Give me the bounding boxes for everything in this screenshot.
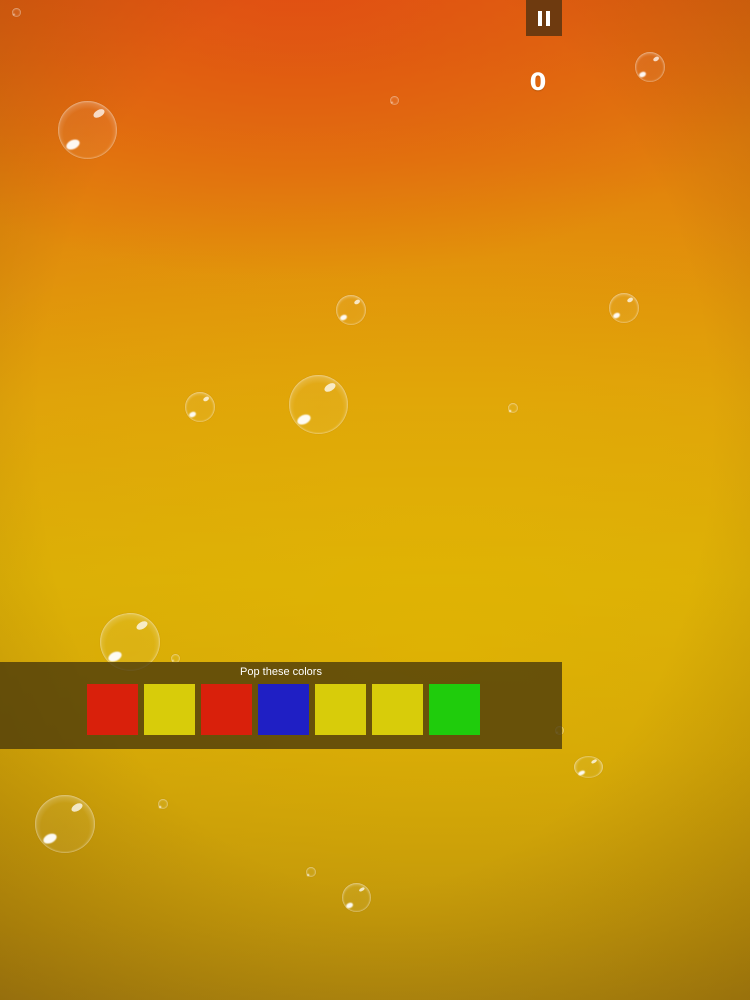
target-color-sequence — [87, 684, 480, 735]
bubble[interactable] — [185, 392, 215, 422]
bubble[interactable] — [306, 867, 316, 877]
bubble[interactable] — [12, 8, 21, 17]
pause-button[interactable] — [526, 0, 562, 36]
bubble[interactable] — [58, 101, 117, 159]
bubble[interactable] — [35, 795, 95, 853]
bubble[interactable] — [635, 52, 665, 82]
color-swatch-blue — [258, 684, 309, 735]
bubble[interactable] — [289, 375, 348, 434]
pause-icon — [538, 10, 550, 26]
score-counter: 0 — [529, 68, 547, 96]
bubble[interactable] — [390, 96, 399, 105]
bubble[interactable] — [609, 293, 639, 323]
game-stage[interactable]: 0 Pop these colors — [0, 0, 750, 1000]
background-vignette — [0, 0, 750, 1000]
bubble[interactable] — [508, 403, 518, 413]
color-swatch-yellow — [144, 684, 195, 735]
bubble[interactable] — [342, 883, 371, 912]
color-swatch-yellow — [315, 684, 366, 735]
color-swatch-red — [87, 684, 138, 735]
color-swatch-yellow — [372, 684, 423, 735]
color-swatch-green — [429, 684, 480, 735]
bubble[interactable] — [336, 295, 366, 325]
bubble[interactable] — [158, 799, 168, 809]
color-swatch-red — [201, 684, 252, 735]
target-colors-panel: Pop these colors — [0, 662, 562, 749]
target-colors-title: Pop these colors — [240, 666, 322, 678]
bubble[interactable] — [574, 756, 603, 778]
